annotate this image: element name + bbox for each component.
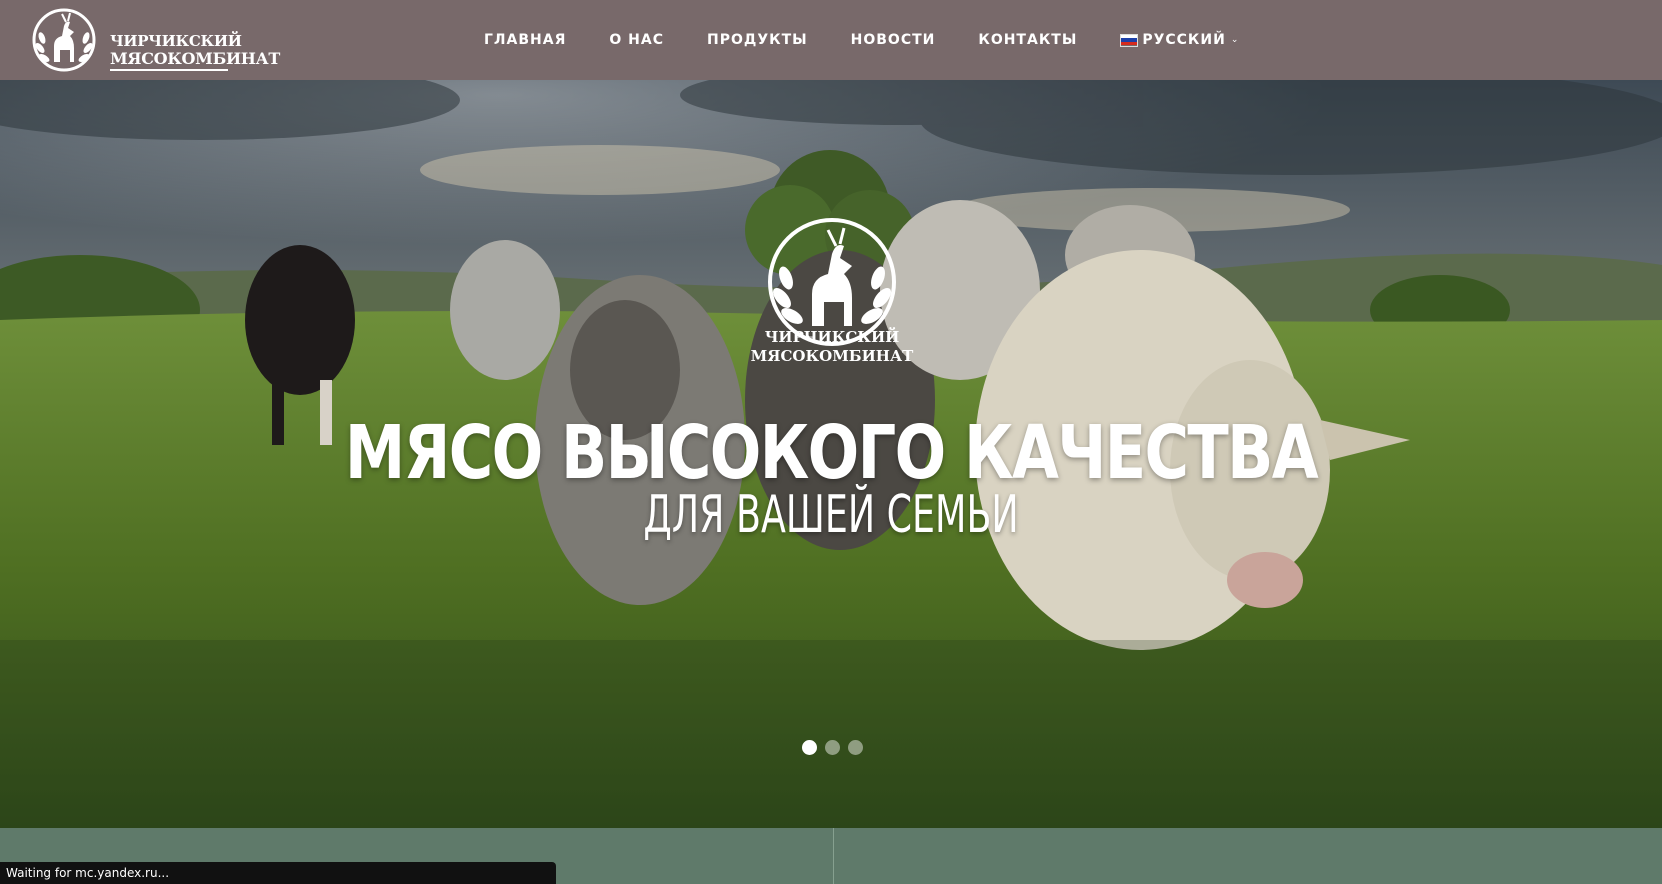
hero-logo-line1: ЧИРЧИКСКИЙ bbox=[764, 328, 900, 346]
logo-text-line2: МЯСОКОМБИНАТ bbox=[110, 49, 280, 68]
site-logo[interactable]: ЧИРЧИКСКИЙ МЯСОКОМБИНАТ bbox=[24, 8, 280, 72]
chevron-down-icon: ⌄ bbox=[1230, 35, 1240, 45]
logo-underline bbox=[110, 69, 228, 71]
hero-logo-line2: МЯСОКОМБИНАТ bbox=[750, 347, 914, 365]
hero-subtitle: ДЛЯ ВАШЕЙ СЕМЬИ bbox=[643, 485, 1019, 545]
nav-item-contacts[interactable]: КОНТАКТЫ bbox=[978, 32, 1077, 48]
slider-dots bbox=[802, 740, 871, 755]
browser-status-bar: Waiting for mc.yandex.ru... bbox=[0, 862, 556, 884]
logo-text-line1: ЧИРЧИКСКИЙ bbox=[110, 32, 242, 50]
deer-emblem-icon bbox=[32, 8, 96, 72]
russia-flag-icon bbox=[1120, 33, 1139, 47]
nav-item-about[interactable]: О НАС bbox=[609, 32, 664, 48]
hero-title: МЯСО ВЫСОКОГО КАЧЕСТВА bbox=[344, 410, 1319, 496]
language-label: РУССКИЙ bbox=[1142, 32, 1226, 48]
nav-item-news[interactable]: НОВОСТИ bbox=[851, 32, 936, 48]
nav-item-products[interactable]: ПРОДУКТЫ bbox=[707, 32, 808, 48]
slider-dot-3[interactable] bbox=[848, 740, 863, 755]
slider-dot-1[interactable] bbox=[802, 740, 817, 755]
slider-dot-2[interactable] bbox=[825, 740, 840, 755]
main-nav: ГЛАВНАЯ О НАС ПРОДУКТЫ НОВОСТИ КОНТАКТЫ … bbox=[484, 0, 1239, 80]
site-header: ЧИРЧИКСКИЙ МЯСОКОМБИНАТ ГЛАВНАЯ О НАС ПР… bbox=[0, 0, 1662, 80]
hero-slider: ЧИРЧИКСКИЙ МЯСОКОМБИНАТ МЯСО ВЫСОКОГО КА… bbox=[0, 80, 1662, 828]
language-switcher[interactable]: РУССКИЙ ⌄ bbox=[1120, 32, 1239, 48]
column-divider bbox=[833, 828, 834, 884]
nav-item-home[interactable]: ГЛАВНАЯ bbox=[484, 32, 566, 48]
